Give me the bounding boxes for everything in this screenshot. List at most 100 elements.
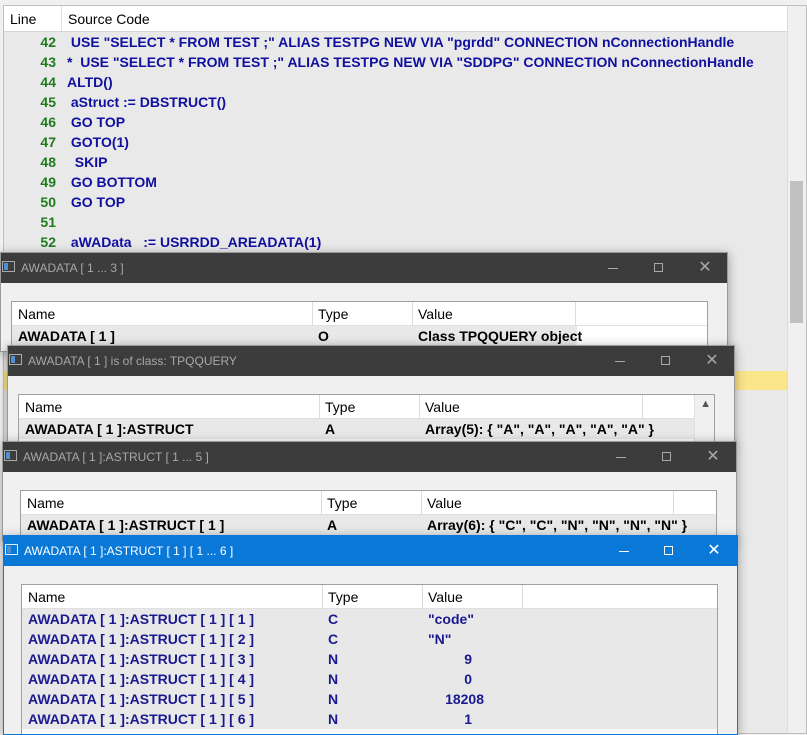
column-divider[interactable]	[673, 491, 674, 514]
row-name: AWADATA [ 1 ]:ASTRUCT [ 1 ] [ 3 ]	[28, 651, 255, 667]
maximize-icon[interactable]	[652, 446, 682, 468]
source-text: SKIP	[67, 154, 108, 170]
code-line-row[interactable]: 48 SKIP	[4, 152, 789, 172]
grid-header: Name Type Value	[12, 302, 707, 326]
row-type: C	[328, 631, 339, 647]
name-column-header[interactable]: Name	[27, 495, 64, 511]
source-text: GO TOP	[67, 114, 126, 130]
line-column-header[interactable]: Line	[10, 11, 36, 27]
inspector-window-astruct[interactable]: AWADATA [ 1 ]:ASTRUCT [ 1 ... 5 ] ✕ Name…	[2, 441, 737, 541]
window-title: AWADATA [ 1 ] is of class: TPQQUERY	[28, 354, 237, 368]
table-row[interactable]: AWADATA [ 1 ]:ASTRUCT [ 1 ] [ 3 ] N 9	[22, 649, 717, 669]
window-titlebar[interactable]: AWADATA [ 1 ]:ASTRUCT [ 1 ... 5 ] ✕	[3, 442, 736, 472]
row-value: Array(6): { "C", "C", "N", "N", "N", "N"…	[427, 517, 688, 533]
window-title: AWADATA [ 1 ]:ASTRUCT [ 1 ] [ 1 ... 6 ]	[24, 544, 234, 558]
maximize-icon[interactable]	[644, 257, 674, 279]
name-column-header[interactable]: Name	[18, 306, 55, 322]
code-line-row[interactable]: 50 GO TOP	[4, 192, 789, 212]
type-column-header[interactable]: Type	[327, 495, 357, 511]
minimize-icon[interactable]	[606, 446, 636, 468]
scrollbar-thumb[interactable]	[790, 181, 803, 323]
table-row[interactable]: AWADATA [ 1 ]:ASTRUCT [ 1 ] [ 4 ] N 0	[22, 669, 717, 689]
maximize-icon[interactable]	[654, 540, 684, 562]
column-divider[interactable]	[419, 395, 420, 418]
row-value: Class TPQQUERY object	[418, 328, 583, 344]
column-divider[interactable]	[422, 585, 423, 608]
inspector-grid[interactable]: Name Type Value ▲ AWADATA [ 1 ]:ASTRUCT …	[18, 394, 715, 444]
source-text: GO TOP	[67, 194, 126, 210]
value-column-header[interactable]: Value	[425, 399, 460, 415]
row-type: N	[328, 691, 339, 707]
source-column-header[interactable]: Source Code	[68, 11, 150, 27]
table-row[interactable]: AWADATA [ 1 ]:ASTRUCT A Array(5): { "A",…	[19, 419, 694, 439]
row-type: N	[328, 671, 339, 687]
type-column-header[interactable]: Type	[318, 306, 348, 322]
code-line-row[interactable]: 52 aWAData := USRRDD_AREADATA(1)	[4, 232, 789, 252]
row-name: AWADATA [ 1 ]:ASTRUCT [ 1 ] [ 5 ]	[28, 691, 255, 707]
close-icon[interactable]: ✕	[690, 257, 720, 279]
column-divider[interactable]	[321, 491, 322, 514]
type-column-header[interactable]: Type	[328, 589, 358, 605]
table-row[interactable]: AWADATA [ 1 ]:ASTRUCT [ 1 ] [ 6 ] N 1	[22, 709, 717, 729]
line-number: 51	[40, 214, 56, 230]
code-line-row[interactable]: 42 USE "SELECT * FROM TEST ;" ALIAS TEST…	[4, 32, 789, 52]
row-type: N	[328, 651, 339, 667]
line-number: 44	[40, 74, 56, 90]
table-row[interactable]: 18208 AWADATA [ 1 ]:ASTRUCT [ 1 ] [ 5 ] …	[22, 689, 717, 709]
window-titlebar[interactable]: AWADATA [ 1 ]:ASTRUCT [ 1 ] [ 1 ... 6 ] …	[4, 536, 737, 566]
line-number: 48	[40, 154, 56, 170]
name-column-header[interactable]: Name	[25, 399, 62, 415]
grid-header: Name Type Value	[22, 585, 717, 609]
column-divider[interactable]	[319, 395, 320, 418]
column-divider[interactable]	[412, 302, 413, 325]
column-divider[interactable]	[312, 302, 313, 325]
window-titlebar[interactable]: AWADATA [ 1 ... 3 ] ✕	[1, 253, 727, 283]
column-divider[interactable]	[642, 395, 643, 418]
inspector-window-astruct-element[interactable]: AWADATA [ 1 ]:ASTRUCT [ 1 ] [ 1 ... 6 ] …	[3, 535, 738, 735]
column-divider[interactable]	[421, 491, 422, 514]
code-line-row[interactable]: 46 GO TOP	[4, 112, 789, 132]
column-divider[interactable]	[522, 585, 523, 608]
inspector-window-tpqquery[interactable]: AWADATA [ 1 ] is of class: TPQQUERY ✕ Na…	[7, 345, 735, 445]
code-line-row[interactable]: 49 GO BOTTOM	[4, 172, 789, 192]
table-row[interactable]: AWADATA [ 1 ]:ASTRUCT [ 1 ] A Array(6): …	[21, 515, 716, 535]
close-icon[interactable]: ✕	[697, 350, 727, 372]
row-value: 9	[464, 651, 472, 667]
source-text: aStruct := DBSTRUCT()	[67, 94, 227, 110]
row-type: A	[325, 421, 336, 437]
inspector-grid[interactable]: Name Type Value AWADATA [ 1 ]:ASTRUCT [ …	[21, 584, 718, 734]
name-column-header[interactable]: Name	[28, 589, 65, 605]
code-vertical-scrollbar[interactable]	[787, 6, 806, 733]
inspector-window-awadata[interactable]: AWADATA [ 1 ... 3 ] ✕ Name Type Value AW…	[0, 252, 728, 352]
column-divider[interactable]	[575, 302, 576, 325]
value-column-header[interactable]: Value	[418, 306, 453, 322]
row-name: AWADATA [ 1 ]:ASTRUCT	[25, 421, 194, 437]
value-column-header[interactable]: Value	[427, 495, 462, 511]
grid-vertical-scrollbar[interactable]: ▲	[694, 395, 714, 444]
source-text: aWAData := USRRDD_AREADATA(1)	[67, 234, 322, 250]
column-divider[interactable]	[322, 585, 323, 608]
column-divider[interactable]	[61, 6, 62, 31]
table-row[interactable]: AWADATA [ 1 ] O Class TPQQUERY object	[12, 326, 582, 346]
value-column-header[interactable]: Value	[428, 589, 463, 605]
line-number: 46	[40, 114, 56, 130]
minimize-icon[interactable]	[609, 540, 639, 562]
type-column-header[interactable]: Type	[325, 399, 355, 415]
code-line-row[interactable]: 47 GOTO(1)	[4, 132, 789, 152]
minimize-icon[interactable]	[605, 350, 635, 372]
table-row[interactable]: AWADATA [ 1 ]:ASTRUCT [ 1 ] [ 2 ] C "N"	[22, 629, 717, 649]
table-row[interactable]: AWADATA [ 1 ]:ASTRUCT [ 1 ] [ 1 ] C "cod…	[22, 609, 717, 629]
row-name: AWADATA [ 1 ]:ASTRUCT [ 1 ] [ 4 ]	[28, 671, 255, 687]
close-icon[interactable]: ✕	[698, 446, 728, 468]
chevron-up-icon[interactable]: ▲	[700, 398, 711, 410]
window-titlebar[interactable]: AWADATA [ 1 ] is of class: TPQQUERY ✕	[8, 346, 734, 376]
code-line-row[interactable]: 43 * USE "SELECT * FROM TEST ;" ALIAS TE…	[4, 52, 789, 72]
minimize-icon[interactable]	[598, 257, 628, 279]
close-icon[interactable]: ✕	[699, 540, 729, 562]
maximize-icon[interactable]	[651, 350, 681, 372]
code-line-row[interactable]: 44 ALTD()	[4, 72, 789, 92]
inspector-grid[interactable]: Name Type Value AWADATA [ 1 ]:ASTRUCT [ …	[20, 490, 717, 540]
row-name: AWADATA [ 1 ]	[18, 328, 115, 344]
code-line-row[interactable]: 45 aStruct := DBSTRUCT()	[4, 92, 789, 112]
code-line-row[interactable]: 51	[4, 212, 789, 232]
